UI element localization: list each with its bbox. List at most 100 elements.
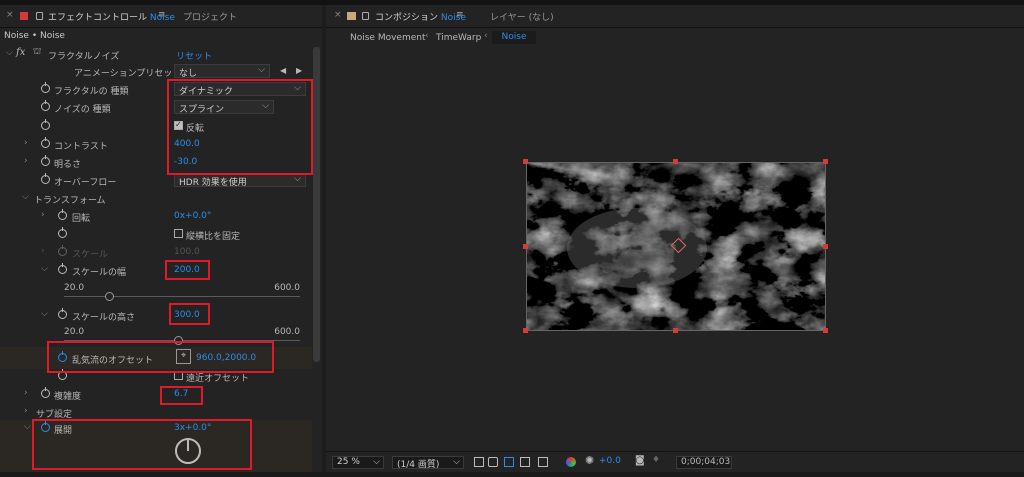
transform-handle[interactable] (823, 159, 828, 164)
transform-handle[interactable] (823, 244, 828, 249)
uniform-scaling-checkbox[interactable] (174, 229, 183, 238)
slider-thumb[interactable] (105, 292, 114, 301)
chevron-right-icon[interactable]: › (24, 406, 28, 416)
next-preset-icon[interactable]: ▶ (296, 66, 302, 75)
transform-handle[interactable] (673, 159, 678, 164)
camera-icon[interactable]: ◙ (635, 455, 645, 468)
exposure-value[interactable]: +0.0 (599, 456, 621, 469)
scale-width-slider[interactable]: 20.0 600.0 (64, 283, 300, 301)
effect-panel-color-icon (20, 12, 28, 20)
show-snapshot-icon[interactable]: ♦ (652, 455, 660, 468)
lock-icon[interactable] (362, 12, 369, 20)
rotation-label: 回転 (72, 214, 91, 224)
tab-project[interactable]: プロジェクト (183, 10, 237, 23)
stopwatch-icon[interactable] (58, 209, 67, 220)
composition-bottombar: 25 % ⌵ (1/4 画質) ⌵ ✺ +0.0 ◙ ♦ 0;00;04;03 (326, 451, 1024, 473)
scale-label: スケール (72, 250, 109, 260)
fast-preview-icon[interactable] (474, 457, 484, 467)
transform-label: トランスフォーム (34, 196, 106, 206)
transform-handle[interactable] (523, 328, 528, 333)
chevron-down-icon[interactable]: ⌵ (24, 422, 31, 432)
breadcrumb: Noise • Noise (4, 31, 65, 41)
grid-guides-icon[interactable] (538, 457, 548, 467)
highlight-box (160, 386, 203, 405)
highlight-box (47, 341, 274, 373)
uniform-scaling-row: 縦横比を固定 (0, 226, 310, 244)
chevron-right-icon[interactable]: › (24, 138, 28, 148)
resolution-dropdown[interactable]: (1/4 画質) ⌵ (392, 456, 464, 470)
composition-viewer[interactable] (326, 49, 1024, 449)
stopwatch-icon[interactable] (58, 263, 67, 274)
bottom-edge (0, 472, 1024, 477)
chevron-left-icon: ‹ (425, 31, 429, 41)
slider-max: 600.0 (274, 283, 300, 293)
stopwatch-icon[interactable] (41, 82, 50, 93)
scrollbar[interactable] (313, 47, 320, 362)
stopwatch-icon[interactable] (58, 227, 67, 238)
stopwatch-icon[interactable] (41, 100, 50, 111)
stopwatch-icon[interactable] (41, 155, 50, 166)
complexity-row: › 複雑度 6.7 (0, 386, 310, 404)
stopwatch-icon[interactable] (41, 119, 50, 130)
scale-width-row: ⌵ スケールの幅 200.0 (0, 262, 310, 280)
lock-icon[interactable] (36, 12, 43, 20)
chevron-down-icon: ⌵ (373, 457, 380, 467)
timecode-field[interactable]: 0;00;04;03 (676, 456, 732, 469)
zoom-value: 25 % (337, 457, 360, 467)
stopwatch-icon[interactable] (41, 387, 50, 398)
chevron-right-icon[interactable]: › (24, 388, 28, 398)
mask-visibility-icon[interactable] (504, 457, 514, 467)
rotation-value[interactable]: 0x+0.0° (174, 211, 211, 221)
panel-menu-icon[interactable]: ≡ (158, 10, 166, 20)
chevron-down-icon[interactable]: ⌵ (6, 48, 13, 58)
transform-handle[interactable] (523, 244, 528, 249)
contrast-label: コントラスト (54, 142, 108, 152)
close-icon[interactable]: × (334, 10, 342, 20)
effect-controls-panel: × エフェクトコントロール Noise ≡ プロジェクト Noise • Noi… (0, 5, 322, 472)
slider-track (64, 296, 300, 297)
nav-item-noise-movement[interactable]: Noise Movement (350, 33, 426, 43)
zoom-dropdown[interactable]: 25 % ⌵ (332, 456, 384, 469)
nav-item-noise[interactable]: Noise (492, 31, 536, 44)
chevron-right-icon[interactable]: › (24, 156, 28, 166)
effect-header-row: ⌵ fx ⛫ フラクタルノイズ リセット (0, 46, 310, 64)
overflow-dropdown[interactable]: HDR 効果を使用 ⌵ (174, 173, 306, 188)
transparency-grid-icon[interactable] (488, 457, 498, 467)
region-of-interest-icon[interactable] (520, 457, 530, 467)
stopwatch-icon[interactable] (41, 137, 50, 148)
transform-handle[interactable] (673, 328, 678, 333)
color-channel-icon[interactable] (566, 457, 576, 467)
tab-composition[interactable]: コンポジション Noise (375, 10, 466, 23)
panel-menu-icon[interactable]: ≡ (456, 10, 464, 20)
preset-dropdown[interactable]: なし ⌵ (174, 64, 270, 79)
exposure-icon[interactable]: ✺ (585, 454, 594, 467)
effect-controls-tabbar: × エフェクトコントロール Noise ≡ プロジェクト (0, 5, 322, 28)
close-icon[interactable]: × (6, 10, 14, 20)
comp-color-icon (347, 12, 356, 20)
transform-handle[interactable] (823, 328, 828, 333)
tab-layer[interactable]: レイヤー (なし) (490, 10, 554, 23)
chevron-down-icon[interactable]: ⌵ (22, 192, 29, 202)
uniform-scaling-label: 縦横比を固定 (186, 232, 241, 242)
fractal-type-label: フラクタルの 種類 (54, 87, 129, 97)
prev-preset-icon[interactable]: ◀ (280, 66, 286, 75)
chevron-down-icon[interactable]: ⌵ (41, 309, 48, 319)
fx-icon[interactable]: fx (16, 47, 25, 58)
complexity-label: 複雑度 (54, 392, 82, 402)
stopwatch-icon (58, 245, 67, 256)
scale-width-label: スケールの幅 (72, 268, 127, 278)
preset-label: アニメーションプリセット (74, 69, 182, 79)
stopwatch-icon[interactable] (58, 308, 67, 319)
reset-link[interactable]: リセット (176, 49, 212, 62)
transform-handle[interactable] (523, 159, 528, 164)
brightness-label: 明るさ (54, 160, 82, 170)
tab-effect-controls[interactable]: エフェクトコントロール Noise (48, 10, 175, 23)
stopwatch-icon[interactable] (41, 173, 50, 184)
effect-name: フラクタルノイズ (48, 52, 120, 62)
chevron-down-icon[interactable]: ⌵ (41, 264, 48, 274)
chevron-right-icon[interactable]: › (41, 210, 45, 220)
slider-max: 600.0 (274, 327, 300, 337)
chevron-down-icon: ⌵ (258, 65, 265, 75)
nav-item-timewarp[interactable]: TimeWarp (436, 33, 481, 43)
scale-row: › スケール 100.0 (0, 244, 310, 262)
